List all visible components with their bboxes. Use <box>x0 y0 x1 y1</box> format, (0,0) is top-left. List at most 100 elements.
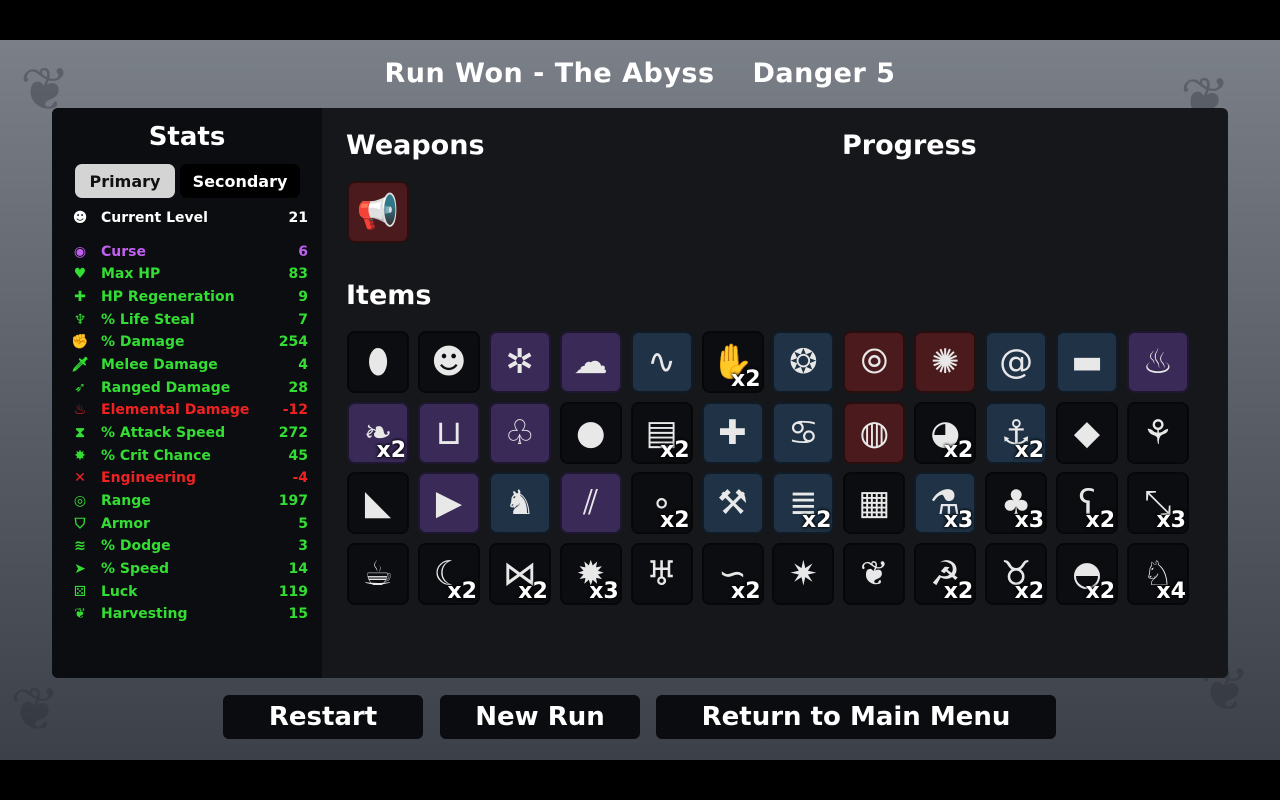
item-quantity: x2 <box>660 508 690 533</box>
snowball-slot[interactable]: ● <box>559 401 622 464</box>
scarf-slot[interactable]: ≣ x2 <box>772 472 835 534</box>
ghost-mask-slot[interactable]: ☻ <box>417 331 480 393</box>
stat-row-elemental-damage: ♨ Elemental Damage -12 <box>70 400 308 420</box>
triangle-prism-slot[interactable]: ▶ <box>417 472 480 534</box>
purple-ghost-slot[interactable]: ☁ <box>559 331 622 393</box>
stat-row-melee-damage: 🗡 Melee Damage 4 <box>70 355 308 375</box>
rubber-duck-slot[interactable]: ♘ x4 <box>1126 542 1189 605</box>
progress-title: Progress <box>842 130 977 161</box>
spider-icon: ✺ <box>930 342 960 382</box>
egg-slot[interactable]: ⬮ <box>347 331 409 393</box>
spectral-eye-slot[interactable]: ◕ x2 <box>914 401 977 464</box>
stat-value: 119 <box>278 584 308 600</box>
stat-label: Ranged Damage <box>101 380 231 396</box>
item-quantity: x2 <box>943 578 974 604</box>
bandaged-hand-slot[interactable]: ✋ x2 <box>701 331 764 393</box>
bucket-slot[interactable]: ⊔ <box>417 401 480 464</box>
feather-slot[interactable]: ❦ <box>843 542 906 605</box>
item-quantity: x2 <box>943 437 974 463</box>
stat-value: 45 <box>288 448 308 464</box>
coffee-cup-slot[interactable]: ☕ <box>347 542 409 605</box>
rabbit-slot[interactable]: ♞ <box>488 472 551 534</box>
black-slime-slot[interactable]: ▬ <box>1056 331 1118 393</box>
whistle-slot[interactable]: ◣ <box>347 472 409 534</box>
weapons-title: Weapons <box>346 130 485 161</box>
alien-eyes-icon: ❂ <box>789 342 818 382</box>
melee-damage-icon: 🗡 <box>71 357 89 373</box>
claw-scratch-icon: ⫽ <box>583 483 599 523</box>
chain-anchor-slot[interactable]: ⚓ x2 <box>985 401 1048 464</box>
item-quantity: x3 <box>943 508 974 533</box>
stat-row-luck: ⚄ Luck 119 <box>70 582 308 602</box>
fish-slot[interactable]: ⋈ x2 <box>488 542 551 605</box>
purple-ghost-icon: ☁ <box>573 342 608 382</box>
scythe-slot[interactable]: ☭ x2 <box>914 542 977 605</box>
wrench-slot[interactable]: ⚒ <box>701 472 764 534</box>
return-to-main-menu-button[interactable]: Return to Main Menu <box>656 695 1056 739</box>
stat-row-armor: ⛉ Armor 5 <box>70 514 308 534</box>
alien-eyes-slot[interactable]: ❂ <box>772 331 835 393</box>
stat-value: 5 <box>298 516 308 532</box>
worm-slot[interactable]: ∿ <box>630 331 693 393</box>
medical-robot-icon: ✚ <box>718 412 747 453</box>
octopus-icon: ♋ <box>788 412 819 453</box>
item-quantity: x3 <box>589 578 619 604</box>
octopus-slot[interactable]: ♋ <box>772 401 835 464</box>
stat-label: HP Regeneration <box>101 289 235 305</box>
teddy-bear-slot[interactable]: ʕ x2 <box>1056 472 1118 534</box>
syringe-slot[interactable]: ⤡ x3 <box>1126 472 1189 534</box>
coffee-cup-icon: ☕ <box>362 553 394 594</box>
pearls-slot[interactable]: ∘ x2 <box>630 472 693 534</box>
flask-slot[interactable]: ⚗ x3 <box>914 472 977 534</box>
tab-primary[interactable]: Primary <box>75 164 175 198</box>
treasure-map-slot[interactable]: ▤ x2 <box>630 401 693 464</box>
stat-label: Armor <box>101 516 150 532</box>
crit-chance-icon: ✸ <box>74 448 86 464</box>
tree-slot[interactable]: ♣ x3 <box>985 472 1048 534</box>
stat-row-harvesting: ❦ Harvesting 15 <box>70 604 308 624</box>
medical-robot-slot[interactable]: ✚ <box>701 401 764 464</box>
cat-slot[interactable]: ♉ x2 <box>985 542 1048 605</box>
item-quantity: x2 <box>1085 578 1116 604</box>
stat-row-attack-speed: ⧗ % Attack Speed 272 <box>70 423 308 443</box>
snail-slot[interactable]: @ <box>985 331 1048 393</box>
ghost-mask-icon: ☻ <box>431 342 467 382</box>
plaid-shirt-slot[interactable]: ▦ <box>843 472 906 534</box>
cow-belt-icon: ◍ <box>859 412 890 453</box>
propeller-hat-slot[interactable]: ◓ x2 <box>1056 542 1118 605</box>
tab-secondary[interactable]: Secondary <box>180 164 300 198</box>
stat-label: Range <box>101 493 151 509</box>
bird-cage-slot[interactable]: ♧ <box>488 401 551 464</box>
stat-row-level: ☻ Current Level 21 <box>70 208 308 228</box>
potion-flame-slot[interactable]: ♨ <box>1126 331 1189 393</box>
hedgehog-slot[interactable]: ✷ <box>772 542 835 605</box>
engineering-icon: ✕ <box>74 470 86 486</box>
claw-scratch-slot[interactable]: ⫽ <box>559 472 622 534</box>
attack-speed-icon: ⧗ <box>75 425 85 441</box>
stat-row-engineering: ✕ Engineering -4 <box>70 468 308 488</box>
dynamite-slot[interactable]: ✹ x3 <box>559 542 622 605</box>
restart-button[interactable]: Restart <box>223 695 423 739</box>
meat-cleaver-slot[interactable]: ◆ <box>1056 401 1118 464</box>
hp-regeneration-icon: ✚ <box>74 289 86 305</box>
sprout-slot[interactable]: ⚘ <box>1126 401 1189 464</box>
wings-slot[interactable]: ❧ x2 <box>347 401 409 464</box>
snail-icon: @ <box>999 342 1034 382</box>
new-run-button[interactable]: New Run <box>440 695 640 739</box>
white-fang-slot[interactable]: ☾ x2 <box>417 542 480 605</box>
tardigrade-slot[interactable]: ✲ <box>488 331 551 393</box>
tooth-slot[interactable]: ♅ <box>630 542 693 605</box>
meat-cleaver-icon: ◆ <box>1073 412 1101 453</box>
stat-label: Max HP <box>101 266 161 282</box>
stat-label: Luck <box>101 584 138 600</box>
dolphin-slot[interactable]: ∽ x2 <box>701 542 764 605</box>
wrench-icon: ⚒ <box>717 483 748 523</box>
megaphone-slot[interactable]: 📢 <box>347 181 409 243</box>
cow-belt-slot[interactable]: ◍ <box>843 401 906 464</box>
stat-value: 15 <box>288 606 308 622</box>
spider-slot[interactable]: ✺ <box>914 331 977 393</box>
items-title: Items <box>346 280 432 311</box>
stat-value: 6 <box>298 244 308 260</box>
stat-label: Engineering <box>101 470 196 486</box>
binoculars-slot[interactable]: ⦾ <box>843 331 906 393</box>
